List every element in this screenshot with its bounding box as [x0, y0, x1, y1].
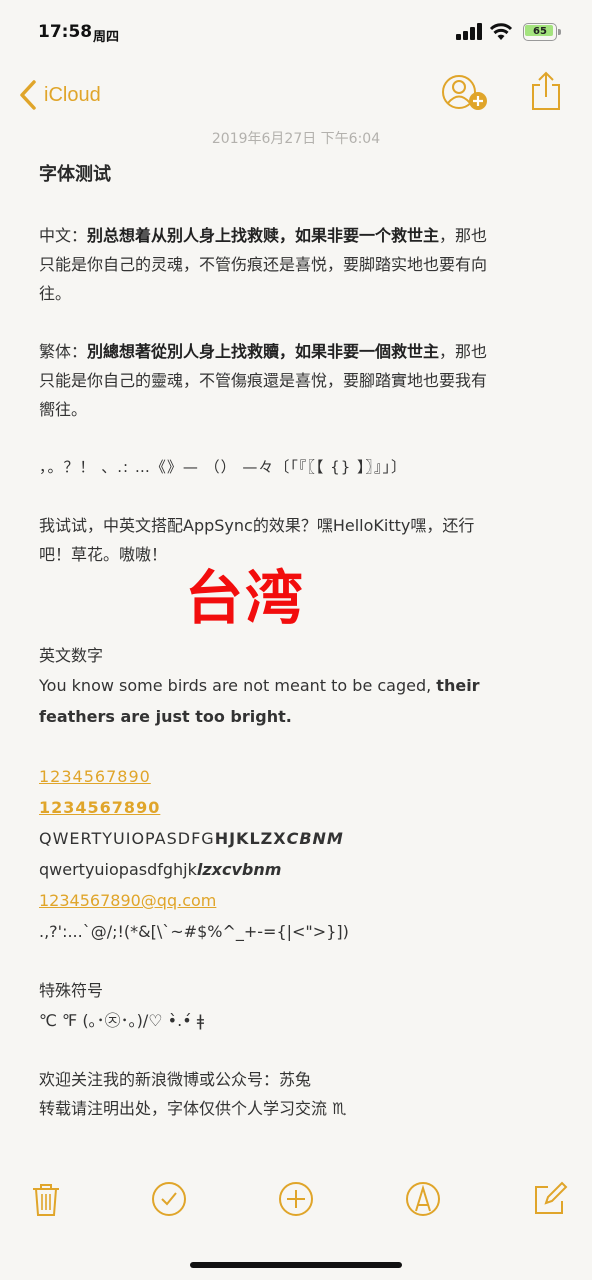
- traditional-line2: 只能是你自己的靈魂，不管傷痕還是喜悅，要腳踏實地也要我有: [39, 371, 488, 390]
- status-weekday: 周四: [93, 30, 120, 45]
- uppercase-line: QWERTYUIOPASDFGHJKLZXCBNM: [39, 823, 559, 854]
- lowercase-line: qwertyuiopasdfghjklzxcvbnm: [39, 854, 559, 885]
- traditional-rest: ，那也: [439, 342, 488, 361]
- upper-bold-italic: CBNM: [286, 829, 344, 848]
- lower-bold-italic: lzxcvbnm: [196, 860, 282, 879]
- footer-line1: 欢迎关注我的新浪微博或公众号：苏兔: [39, 1070, 312, 1089]
- back-label: iCloud: [44, 83, 101, 106]
- simplified-rest: ，那也: [439, 226, 488, 245]
- mixed-line2: 吧！草花。嗷嗷！: [39, 545, 168, 564]
- simplified-line3: 往。: [39, 284, 72, 303]
- simplified-bold: 别总想着从别人身上找救赎，如果非要一个救世主: [87, 226, 440, 245]
- simplified-line2: 只能是你自己的灵魂，不管伤痕还是喜悦，要脚踏实地也要有向: [39, 255, 488, 274]
- numbers-link[interactable]: 1234567890: [39, 767, 151, 786]
- add-people-button[interactable]: [441, 73, 489, 113]
- simplified-label: 中文：: [39, 226, 88, 245]
- status-bar: 17:58 周四 65: [0, 0, 592, 66]
- bottom-toolbar: [0, 1176, 592, 1226]
- lower-normal: qwertyuiopasdfghjk: [39, 860, 197, 879]
- markup-button[interactable]: [405, 1181, 441, 1217]
- upper-normal: QWERTYUIOPASDFG: [39, 829, 215, 848]
- wifi-icon: [489, 23, 513, 40]
- note-body[interactable]: 字体测试 中文：别总想着从别人身上找救赎，如果非要一个救世主，那也 只能是你自己…: [39, 158, 559, 1123]
- english-sentence-bold-1: their: [436, 676, 480, 695]
- battery-icon: 65: [523, 23, 561, 41]
- home-indicator[interactable]: [190, 1262, 402, 1268]
- chevron-left-icon: [20, 80, 36, 110]
- add-button[interactable]: [278, 1181, 314, 1217]
- english-heading: 英文数字: [39, 646, 104, 665]
- numbers-link-bold[interactable]: 1234567890: [39, 798, 160, 817]
- english-sentence-normal: You know some birds are not meant to be …: [39, 676, 437, 695]
- mixed-line1: 我试试，中英文搭配AppSync的效果？嘿HelloKitty嘿，还行: [39, 516, 475, 535]
- trash-button[interactable]: [28, 1181, 64, 1217]
- battery-level: 65: [533, 26, 547, 37]
- traditional-paragraph: 繁体：別總想著從別人身上找救贖，如果非要一個救世主，那也 只能是你自己的靈魂，不…: [39, 337, 559, 424]
- note-date: 2019年6月27日 下午6:04: [211, 131, 381, 147]
- punctuation-line: ，。？！ 、.: …《》— （） —々〔「『〖【 {} 】〗』」〕: [39, 458, 408, 476]
- back-button[interactable]: iCloud: [18, 78, 101, 112]
- note-title: 字体测试: [39, 164, 111, 185]
- status-time: 17:58: [38, 22, 93, 42]
- taiwan-text: 台湾: [185, 564, 306, 632]
- cellular-signal-icon: [456, 22, 482, 40]
- special-line: ℃ ℉ (｡･㉨･｡)/♡ •̀.•́ ǂ: [39, 1011, 205, 1030]
- compose-button[interactable]: [532, 1181, 568, 1217]
- english-sentence: You know some birds are not meant to be …: [39, 670, 559, 732]
- traditional-line3: 嚮往。: [39, 400, 88, 419]
- email-link[interactable]: 1234567890@qq.com: [39, 891, 216, 910]
- footer-line2: 转载请注明出处，字体仅供个人学习交流 ♏: [39, 1099, 347, 1118]
- traditional-label: 繁体：: [39, 342, 88, 361]
- mixed-paragraph: 我试试，中英文搭配AppSync的效果？嘿HelloKitty嘿，还行 吧！草花…: [39, 511, 559, 569]
- traditional-bold: 別總想著從別人身上找救贖，如果非要一個救世主: [87, 342, 440, 361]
- upper-bold: HJKLZX: [214, 829, 287, 848]
- special-heading: 特殊符号: [39, 981, 104, 1000]
- symbols-line: .,?':...`@/;!(*&[\`~#$%^_+-={|<">}]): [39, 922, 349, 941]
- english-sentence-bold-2: feathers are just too bright.: [39, 707, 292, 726]
- share-button[interactable]: [530, 70, 562, 112]
- simplified-paragraph: 中文：别总想着从别人身上找救赎，如果非要一个救世主，那也 只能是你自己的灵魂，不…: [39, 221, 559, 308]
- checklist-button[interactable]: [151, 1181, 187, 1217]
